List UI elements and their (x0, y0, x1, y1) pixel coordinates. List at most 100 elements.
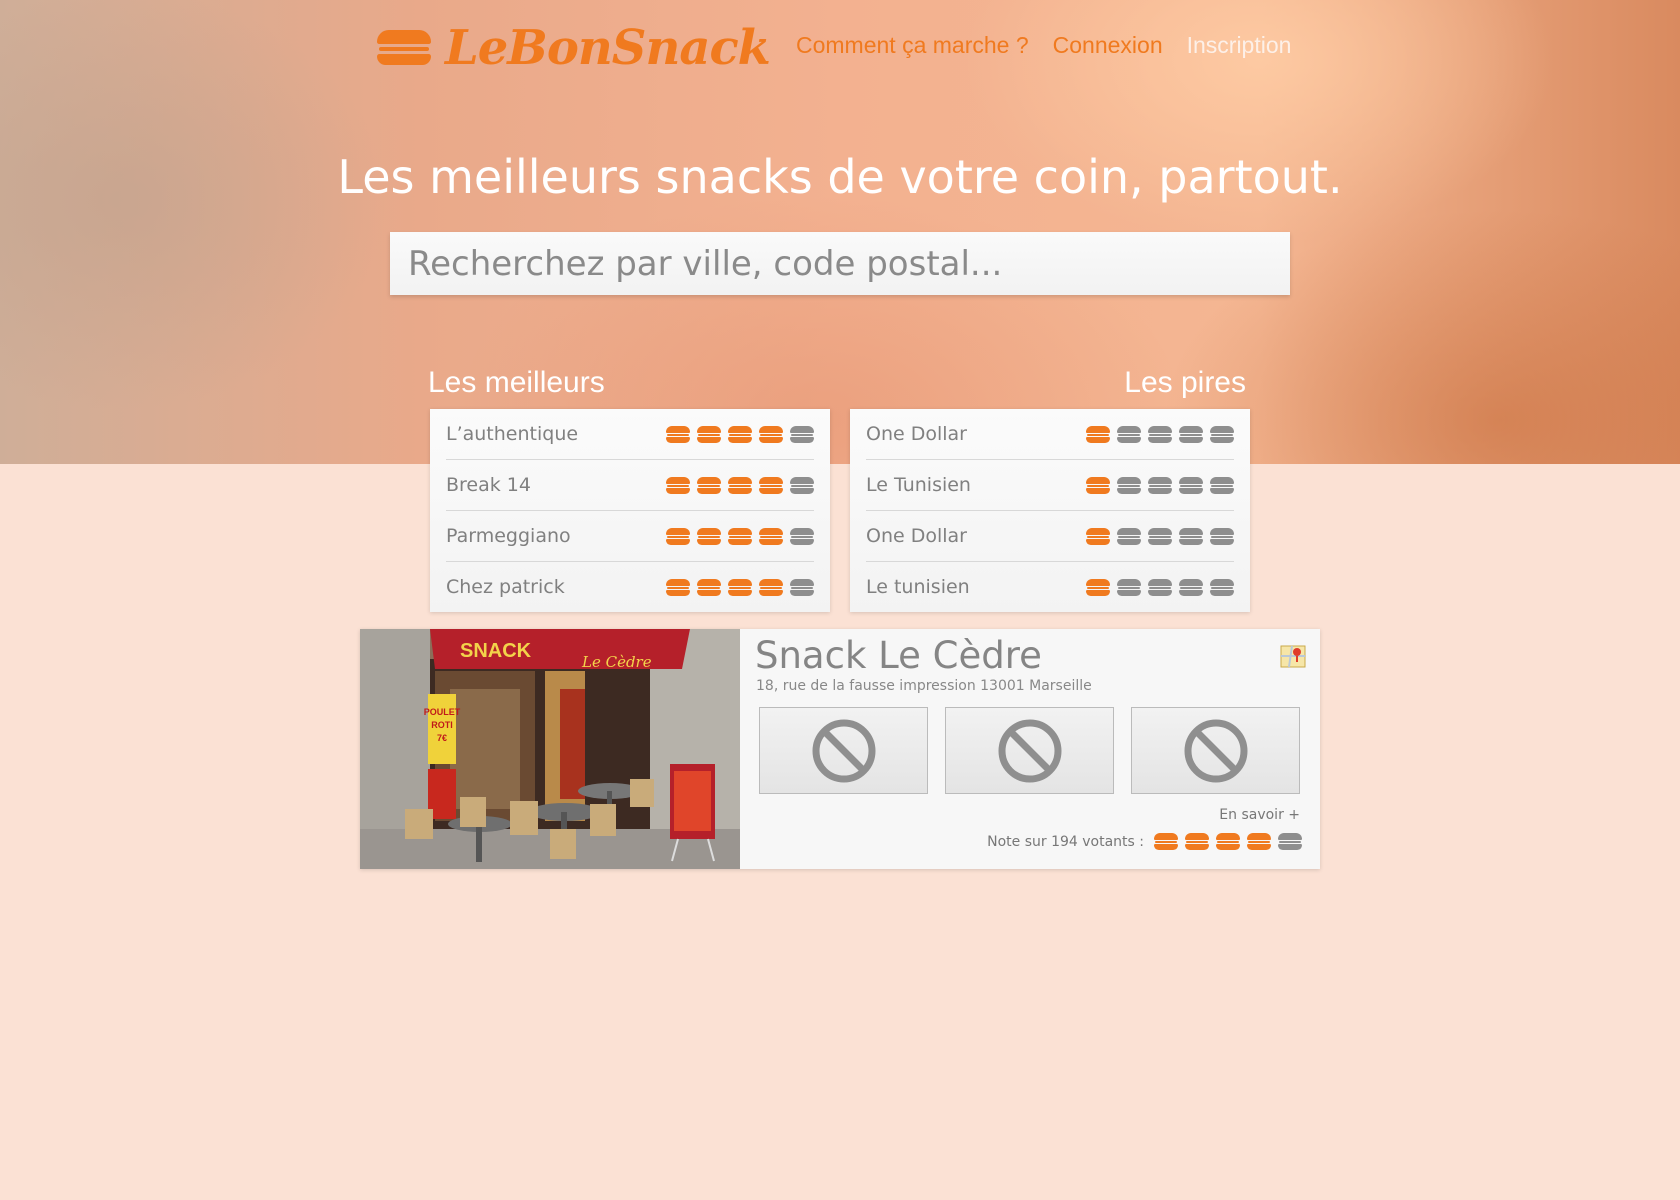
burger-icon (377, 30, 431, 66)
rating-burgers (666, 527, 814, 545)
list-item[interactable]: L’authentique (446, 409, 814, 460)
rating-burgers (666, 578, 814, 596)
burger-rating-empty-icon (1179, 425, 1203, 443)
best-list-title: Les meilleurs (428, 366, 605, 399)
burger-rating-filled-icon (1086, 527, 1110, 545)
burger-rating-filled-icon (666, 527, 690, 545)
worst-list-title: Les pires (1124, 366, 1246, 399)
learn-more-link[interactable]: En savoir + (1219, 807, 1300, 823)
logo[interactable]: LeBonSnack (377, 20, 771, 76)
list-item[interactable]: One Dollar (866, 409, 1234, 460)
burger-rating-filled-icon (759, 578, 783, 596)
poster-line: 7€ (437, 733, 447, 743)
burger-rating-empty-icon (1117, 476, 1141, 494)
nav-signup-link[interactable]: Inscription (1187, 32, 1292, 59)
photo-sign-text: SNACK (460, 640, 532, 662)
list-item[interactable]: Break 14 (446, 460, 814, 511)
burger-rating-empty-icon (1148, 476, 1172, 494)
snack-name: Le Tunisien (866, 474, 971, 496)
brand-name: LeBonSnack (445, 20, 771, 76)
burger-rating-empty-icon (1278, 833, 1302, 850)
burger-rating-empty-icon (1117, 425, 1141, 443)
snack-name: Chez patrick (446, 576, 565, 598)
burger-rating-empty-icon (1179, 527, 1203, 545)
burger-rating-filled-icon (666, 578, 690, 596)
search-box (390, 232, 1290, 295)
nav-login-link[interactable]: Connexion (1053, 32, 1163, 59)
burger-rating-empty-icon (1210, 476, 1234, 494)
nav-how-it-works-link[interactable]: Comment ça marche ? (796, 32, 1029, 59)
list-item[interactable]: Chez patrick (446, 562, 814, 612)
burger-rating-empty-icon (790, 527, 814, 545)
burger-rating-empty-icon (1210, 527, 1234, 545)
no-image-icon (998, 719, 1061, 782)
burger-rating-empty-icon (1148, 425, 1172, 443)
burger-rating-filled-icon (728, 476, 752, 494)
snack-photo[interactable]: SNACK Le Cèdre POULET ROTI 7€ (360, 629, 740, 869)
rating-burgers (1086, 476, 1234, 494)
snack-title[interactable]: Snack Le Cèdre (755, 634, 1042, 677)
burger-rating-empty-icon (1210, 578, 1234, 596)
poster-line: ROTI (431, 720, 453, 730)
burger-rating-filled-icon (697, 425, 721, 443)
rating-burgers (666, 425, 814, 443)
burger-rating-filled-icon (728, 578, 752, 596)
rating-burgers (1086, 578, 1234, 596)
rating-burgers (666, 476, 814, 494)
snack-name: L’authentique (446, 423, 579, 445)
photo-sign-script: Le Cèdre (581, 653, 652, 671)
burger-rating-empty-icon (790, 476, 814, 494)
vote-count-label: Note sur 194 votants : (987, 833, 1144, 850)
poster-line: POULET (424, 707, 461, 717)
burger-rating-filled-icon (1086, 578, 1110, 596)
burger-rating-filled-icon (728, 425, 752, 443)
burger-rating-filled-icon (697, 527, 721, 545)
burger-rating-filled-icon (759, 476, 783, 494)
rating-burgers (1086, 527, 1234, 545)
search-input[interactable] (390, 232, 1290, 295)
worst-snacks-list: One Dollar Le Tunisien One Dollar Le tun… (850, 409, 1250, 612)
burger-rating-empty-icon (1179, 578, 1203, 596)
burger-rating-filled-icon (666, 425, 690, 443)
snack-name: Parmeggiano (446, 525, 571, 547)
burger-rating-filled-icon (666, 476, 690, 494)
featured-snack-card: SNACK Le Cèdre POULET ROTI 7€ Snack Le C… (360, 629, 1320, 869)
thumbnail-placeholder[interactable] (759, 707, 928, 794)
snack-name: One Dollar (866, 525, 967, 547)
thumbnail-placeholder[interactable] (1131, 707, 1300, 794)
burger-rating-filled-icon (759, 527, 783, 545)
burger-rating-empty-icon (1148, 527, 1172, 545)
burger-rating-filled-icon (728, 527, 752, 545)
burger-rating-empty-icon (1117, 578, 1141, 596)
map-icon[interactable] (1280, 643, 1306, 669)
snack-name: Le tunisien (866, 576, 970, 598)
burger-rating-filled-icon (1086, 425, 1110, 443)
list-item[interactable]: One Dollar (866, 511, 1234, 562)
burger-rating-filled-icon (1086, 476, 1110, 494)
rating-burgers (1154, 833, 1302, 850)
burger-rating-empty-icon (1148, 578, 1172, 596)
list-item[interactable]: Le tunisien (866, 562, 1234, 612)
snack-address: 18, rue de la fausse impression 13001 Ma… (756, 678, 1092, 694)
burger-rating-empty-icon (790, 578, 814, 596)
burger-rating-filled-icon (1247, 833, 1271, 850)
list-item[interactable]: Parmeggiano (446, 511, 814, 562)
burger-rating-empty-icon (1117, 527, 1141, 545)
snack-name: One Dollar (866, 423, 967, 445)
burger-rating-empty-icon (1210, 425, 1234, 443)
burger-rating-filled-icon (1185, 833, 1209, 850)
list-item[interactable]: Le Tunisien (866, 460, 1234, 511)
thumbnail-placeholder[interactable] (945, 707, 1114, 794)
burger-rating-filled-icon (697, 578, 721, 596)
vote-summary: Note sur 194 votants : (987, 833, 1302, 850)
hero-banner: LeBonSnack Comment ça marche ? Connexion… (0, 0, 1680, 464)
best-snacks-list: L’authentique Break 14 Parmeggiano Chez … (430, 409, 830, 612)
burger-rating-filled-icon (1216, 833, 1240, 850)
burger-rating-filled-icon (759, 425, 783, 443)
snack-name: Break 14 (446, 474, 531, 496)
burger-rating-empty-icon (790, 425, 814, 443)
burger-rating-filled-icon (697, 476, 721, 494)
burger-rating-filled-icon (1154, 833, 1178, 850)
no-image-icon (812, 719, 875, 782)
hero-headline: Les meilleurs snacks de votre coin, part… (337, 150, 1343, 204)
